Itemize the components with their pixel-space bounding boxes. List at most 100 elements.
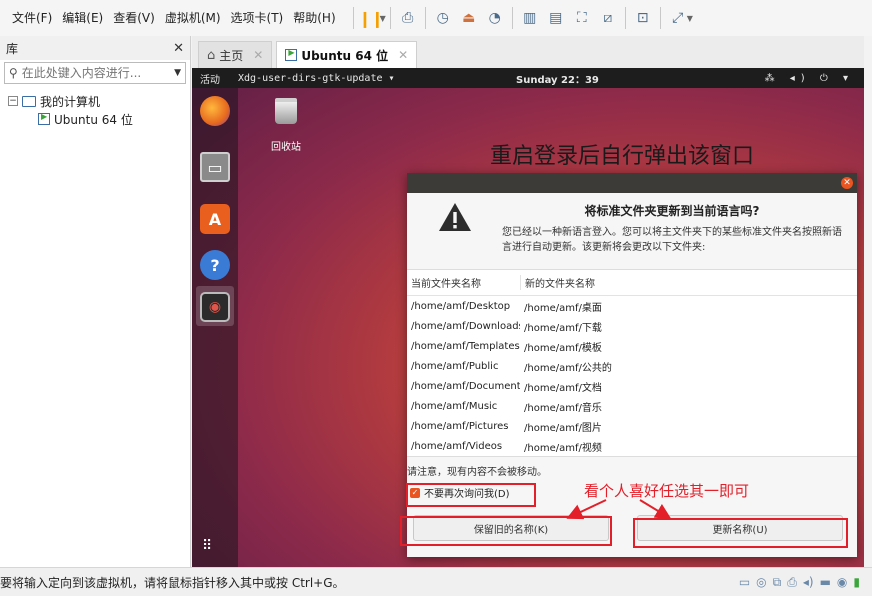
close-icon[interactable]: ✕ (398, 48, 408, 62)
table-cell: /home/amf/音乐 (524, 402, 602, 414)
table-row[interactable]: /home/amf/Templates /home/amf/模板 (407, 336, 857, 356)
chevron-down-icon[interactable]: ▼ (380, 14, 386, 23)
menu-file[interactable]: 文件(F) (0, 0, 57, 36)
tab-home[interactable]: ⌂ 主页 ✕ (198, 41, 273, 68)
hdd-icon[interactable]: ▭ (739, 575, 750, 590)
table-row[interactable]: /home/amf/Pictures /home/amf/图片 (407, 416, 857, 436)
send-keys-icon[interactable]: ⎙ (395, 5, 421, 31)
display-icon[interactable]: ◉ (837, 575, 847, 590)
search-icon: ⚲ (9, 66, 18, 80)
home-icon: ⌂ (207, 47, 216, 63)
thumbnail-view-icon[interactable]: ▤ (543, 5, 569, 31)
table-row[interactable]: /home/amf/Documents /home/amf/文档 (407, 376, 857, 396)
library-header: 库 ✕ (0, 36, 190, 60)
table-row[interactable]: /home/amf/Desktop /home/amf/桌面 (407, 296, 857, 316)
tree-item-label: Ubuntu 64 位 (54, 112, 133, 127)
tab-label: Ubuntu 64 位 (301, 48, 389, 63)
vm-icon (285, 48, 298, 61)
menu-help[interactable]: 帮助(H) (288, 0, 340, 36)
table-cell: /home/amf/Templates (411, 340, 520, 352)
toolbar-separator (659, 7, 661, 29)
tab-ubuntu[interactable]: Ubuntu 64 位 ✕ (276, 41, 418, 68)
table-cell: /home/amf/Public (411, 360, 499, 372)
table-cell: /home/amf/桌面 (524, 302, 602, 314)
menu-edit[interactable]: 编辑(E) (57, 0, 108, 36)
activities-button[interactable]: 活动 (192, 71, 220, 86)
message-icon[interactable]: ▮ (853, 575, 860, 590)
table-cell: /home/amf/图片 (524, 422, 602, 434)
help-icon[interactable]: ? (200, 250, 230, 280)
menu-vm[interactable]: 虚拟机(M) (160, 0, 226, 36)
toolbar-separator (511, 7, 513, 29)
firefox-icon[interactable] (200, 96, 230, 126)
menubar: 文件(F) 编辑(E) 查看(V) 虚拟机(M) 选项卡(T) 帮助(H) ❙❙… (0, 0, 872, 36)
table-row[interactable]: /home/amf/Music /home/amf/音乐 (407, 396, 857, 416)
menu-view[interactable]: 查看(V) (108, 0, 160, 36)
fullscreen-icon[interactable]: ⛶ (569, 5, 595, 31)
toolbar-separator (389, 7, 391, 29)
annotation-box-keep (400, 516, 612, 546)
show-apps-icon[interactable]: ⠿ (202, 539, 214, 553)
files-icon[interactable]: ▭ (200, 152, 230, 182)
desktop-trash[interactable]: 回收站 (264, 98, 308, 153)
ubuntu-dock: ▭ A ? ◉ ⠿ (192, 88, 238, 567)
trash-label: 回收站 (271, 142, 301, 153)
tab-label: 主页 (219, 48, 244, 63)
dialog-heading: 将标准文件夹更新到当前语言吗? (584, 204, 760, 218)
warning-icon (439, 203, 471, 231)
column-header-new[interactable]: 新的文件夹名称 (520, 275, 595, 290)
library-search[interactable]: ⚲ ▼ (4, 62, 186, 84)
table-cell: /home/amf/Downloads (411, 320, 520, 332)
tree-item-my-computer[interactable]: − 我的计算机 (8, 92, 182, 110)
library-panel: 库 ✕ ⚲ ▼ − 我的计算机 Ubuntu 64 位 (0, 36, 191, 567)
library-view-icon[interactable]: ▥ (517, 5, 543, 31)
table-header: 当前文件夹名称 新的文件夹名称 (407, 270, 857, 296)
unity-icon[interactable]: ⧄ (595, 5, 621, 31)
dialog-titlebar: ✕ (407, 173, 857, 193)
chevron-down-icon[interactable]: ▼ (174, 68, 181, 78)
menu-tabs[interactable]: 选项卡(T) (226, 0, 289, 36)
usb-icon[interactable]: ▬ (820, 575, 831, 590)
table-cell: /home/amf/Music (411, 400, 498, 412)
table-row[interactable]: /home/amf/Downloads /home/amf/下载 (407, 316, 857, 336)
revert-snapshot-icon[interactable]: ⏏ (456, 5, 482, 31)
network-icon[interactable]: ⧉ (773, 575, 782, 590)
snapshot-icon[interactable]: ◷ (430, 5, 456, 31)
console-icon[interactable]: ⊡ (630, 5, 656, 31)
printer-icon[interactable]: ⎙ (787, 575, 797, 590)
toolbar-separator (352, 7, 354, 29)
annotation-text-top: 重启登录后自行弹出该窗口 (490, 144, 755, 169)
system-tray[interactable]: ⁂ ◂) ⏻ ▾ (765, 73, 854, 84)
vm-icon (38, 112, 50, 125)
table-cell: /home/amf/文档 (524, 382, 602, 394)
library-title: 库 (6, 41, 19, 56)
column-header-current[interactable]: 当前文件夹名称 (407, 275, 520, 290)
search-input[interactable] (21, 66, 152, 80)
folder-table: 当前文件夹名称 新的文件夹名称 /home/amf/Desktop /home/… (407, 269, 857, 457)
app-menu[interactable]: Xdg-user-dirs-gtk-update ▾ (238, 73, 395, 84)
table-cell: /home/amf/下载 (524, 322, 602, 334)
software-icon[interactable]: A (200, 204, 230, 234)
dialog-note: 请注意，现有内容不会被移动。 (407, 467, 547, 478)
table-cell: /home/amf/公共的 (524, 362, 612, 374)
ubuntu-top-bar: 活动 Xdg-user-dirs-gtk-update ▾ Sunday 22：… (192, 68, 864, 88)
sound-icon[interactable]: ◂) (803, 575, 814, 590)
collapse-icon[interactable]: − (8, 96, 18, 106)
close-icon[interactable]: ✕ (253, 48, 263, 62)
table-row[interactable]: /home/amf/Videos /home/amf/视频 (407, 436, 857, 456)
close-icon[interactable]: ✕ (173, 41, 184, 56)
dialog-app-icon[interactable]: ◉ (200, 292, 230, 322)
table-cell: /home/amf/Desktop (411, 300, 511, 312)
close-icon[interactable]: ✕ (841, 177, 853, 189)
trash-icon (275, 98, 297, 124)
table-row[interactable]: /home/amf/Public /home/amf/公共的 (407, 356, 857, 376)
dialog-description: 您已经以一种新语言登入。您可以将主文件夹下的某些标准文件夹名按照新语言进行自动更… (502, 227, 842, 253)
snapshot-manager-icon[interactable]: ◔ (482, 5, 508, 31)
clock[interactable]: Sunday 22：39 (516, 71, 599, 86)
chevron-down-icon[interactable]: ▼ (687, 14, 693, 23)
cdrom-icon[interactable]: ◎ (756, 575, 766, 590)
tree-item-ubuntu[interactable]: Ubuntu 64 位 (8, 110, 182, 128)
table-cell: /home/amf/Videos (411, 440, 503, 452)
device-icons: ▭ ◎ ⧉ ⎙ ◂) ▬ ◉ ▮ (739, 575, 860, 590)
annotation-box-update (633, 518, 848, 548)
